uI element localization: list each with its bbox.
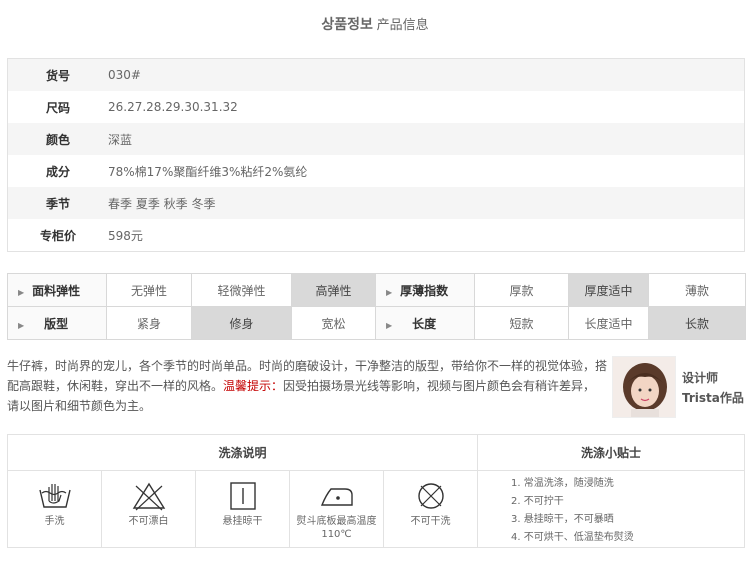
info-value: 78%棉17%聚酯纤维3%粘纤2%氨纶 [108, 164, 308, 179]
info-row: 专柜价 598元 [8, 219, 744, 251]
attribute-row: ▶ 版型 紧身 修身 宽松 ▶ 长度 短款 长度适中 长款 [7, 306, 746, 340]
designer-avatar [612, 356, 676, 418]
info-row: 季节 春季 夏季 秋季 冬季 [8, 187, 744, 219]
info-value: 030# [108, 68, 141, 82]
wash-icon-cell: 不可干洗 [384, 471, 477, 547]
attr-option-selected: 修身 [191, 306, 292, 340]
attr-label-fit: ▶ 版型 [7, 306, 107, 340]
triangle-right-icon: ▶ [386, 287, 393, 297]
wash-instructions-header: 洗涤说明 [8, 435, 478, 471]
attr-option-selected: 厚度适中 [568, 273, 649, 307]
wash-icon-cell: 手洗 [8, 471, 102, 547]
info-key: 专柜价 [39, 228, 76, 243]
attribute-table: ▶ 面料弹性 无弹性 轻微弹性 高弹性 ▶ 厚薄指数 厚款 厚度适中 薄款 ▶ 版型 … [7, 273, 746, 340]
wash-icon-label: 熨斗底板最高温度110℃ [296, 516, 377, 540]
attribute-row: ▶ 面料弹性 无弹性 轻微弹性 高弹性 ▶ 厚薄指数 厚款 厚度适中 薄款 [7, 273, 746, 307]
attr-option-selected: 高弹性 [291, 273, 376, 307]
designer-name: Trista作品 [682, 391, 744, 405]
title-korean: 상품정보 [321, 17, 373, 33]
wash-tip: 4. 不可烘干、低温垫布熨烫 [511, 532, 634, 543]
attr-option: 紧身 [106, 306, 192, 340]
product-info-table: 货号 030# 尺码 26.27.28.29.30.31.32 颜色 深蓝 成分 78%… [7, 58, 745, 252]
attr-option: 短款 [474, 306, 569, 340]
attr-label-thickness: ▶ 厚薄指数 [375, 273, 475, 307]
info-value: 598元 [108, 228, 143, 243]
info-value: 26.27.28.29.30.31.32 [108, 100, 238, 114]
triangle-right-icon: ▶ [386, 320, 393, 330]
info-key: 成分 [45, 164, 70, 179]
info-value: 春季 夏季 秋季 冬季 [108, 196, 216, 211]
attr-label-elasticity: ▶ 面料弹性 [7, 273, 107, 307]
wash-tip: 3. 悬挂晾干，不可暴晒 [511, 514, 614, 525]
wash-icon-label: 悬挂晾干 [222, 516, 263, 527]
info-key: 尺码 [45, 100, 70, 115]
info-key: 货号 [45, 68, 70, 83]
wash-icons: 手洗 不可漂白 悬挂晾干 熨斗底板最高温度110℃ 不可干洗 [8, 471, 478, 547]
wash-tips-list: 1. 常温洗涤，随浸随洗 2. 不可拧干 3. 悬挂晾干，不可暴晒 4. 不可烘… [511, 475, 634, 547]
designer-label: 设计师 [682, 371, 719, 385]
wash-icon-label: 不可漂白 [128, 516, 169, 527]
info-key: 颜色 [45, 132, 70, 147]
attr-option: 厚款 [474, 273, 569, 307]
wash-icon-cell: 熨斗底板最高温度110℃ [290, 471, 384, 547]
attr-option: 轻微弹性 [191, 273, 292, 307]
hang-dry-icon [229, 482, 256, 510]
info-row: 成分 78%棉17%聚酯纤维3%粘纤2%氨纶 [8, 155, 744, 187]
info-row: 尺码 26.27.28.29.30.31.32 [8, 91, 744, 123]
triangle-right-icon: ▶ [18, 287, 25, 297]
info-row: 货号 030# [8, 59, 744, 91]
attr-option-selected: 长款 [648, 306, 746, 340]
wash-tips-header: 洗涤小贴士 [478, 435, 744, 471]
attr-option: 薄款 [648, 273, 746, 307]
wash-icon-label: 不可干洗 [410, 516, 451, 527]
hand-wash-icon [38, 484, 71, 508]
designer-credit: 设计师 Trista作品 [682, 368, 744, 408]
title-chinese: 产品信息 [376, 18, 429, 33]
info-row: 颜色 深蓝 [8, 123, 744, 155]
attr-option: 长度适中 [568, 306, 649, 340]
no-dry-clean-icon [417, 483, 444, 509]
wash-icon-cell: 悬挂晾干 [196, 471, 290, 547]
attr-option: 宽松 [291, 306, 376, 340]
wash-icon-cell: 不可漂白 [102, 471, 196, 547]
attr-option: 无弹性 [106, 273, 192, 307]
warning-label: 温馨提示： [223, 379, 284, 393]
iron-icon [320, 488, 353, 506]
wash-tip: 2. 不可拧干 [511, 496, 564, 507]
no-bleach-icon [132, 482, 165, 511]
triangle-right-icon: ▶ [18, 320, 25, 330]
wash-icon-label: 手洗 [44, 516, 65, 527]
product-description: 牛仔裤，时尚界的宠儿，各个季节的时尚单品。时尚的磨破设计，干净整洁的版型，带给你… [7, 356, 607, 416]
info-key: 季节 [45, 196, 70, 211]
wash-tip: 1. 常温洗涤，随浸随洗 [511, 478, 614, 489]
attr-label-length: ▶ 长度 [375, 306, 475, 340]
wash-section: 洗涤说明 洗涤小贴士 手洗 不可漂白 悬挂晾干 熨斗底板最高温度110℃ 不可干… [7, 434, 745, 548]
section-title: 상품정보 产品信息 [0, 14, 750, 34]
info-value: 深蓝 [108, 132, 133, 147]
